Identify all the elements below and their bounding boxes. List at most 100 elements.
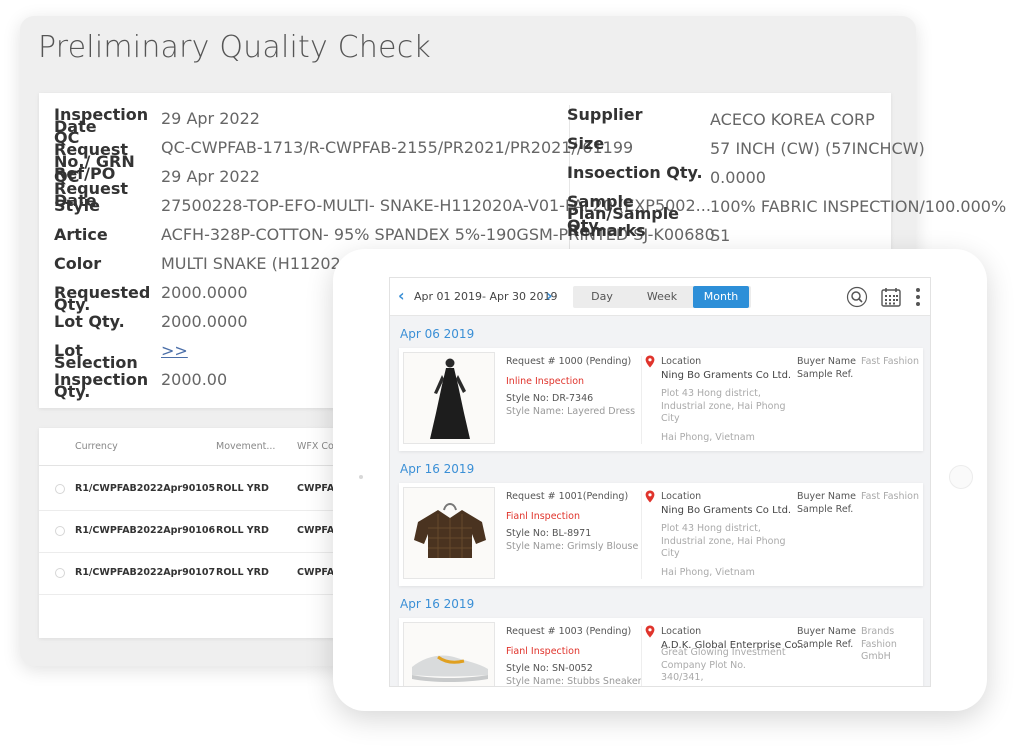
style-number: Style No: DR-7346 [506, 393, 594, 404]
date-group-header: Apr 16 2019 [400, 597, 475, 611]
field-value-inspection-qty-right: 0.0000 [710, 168, 766, 187]
view-day-button[interactable]: Day [573, 286, 631, 308]
request-number: Request # 1000 (Pending) [506, 356, 632, 367]
sample-ref-label: Sample Ref. [797, 369, 854, 380]
buyer-value: Fast Fashion [861, 491, 919, 502]
location-label: Location [661, 356, 702, 367]
inspection-card[interactable]: Request # 1001(Pending) Fianl Inspection… [399, 483, 923, 586]
style-number: Style No: SN-0052 [506, 663, 593, 674]
field-value-supplier: ACECO KOREA CORP [710, 110, 875, 129]
tablet-screen: ‹ Apr 01 2019- Apr 30 2019 › Day Week Mo… [389, 277, 931, 687]
buyer-label: Buyer Name [797, 626, 856, 637]
sample-ref-label: Sample Ref. [797, 504, 854, 515]
buyer-label: Buyer Name [797, 491, 856, 502]
search-icon[interactable] [846, 286, 868, 308]
field-label-color: Color [54, 254, 102, 273]
grid-header-movement[interactable]: Movement... [216, 441, 275, 452]
buyer-value: Brands Fashion GmbH [861, 626, 897, 662]
card-divider [641, 491, 642, 579]
tablet-home-button[interactable] [949, 465, 973, 489]
location-pin-icon [645, 490, 655, 503]
view-switcher: Day Week Month [573, 286, 751, 308]
location-address: Plot 43 Hong district, Industrial zone, … [661, 523, 786, 559]
location-city: Hai Phong, Vietnam [661, 567, 755, 578]
view-week-button[interactable]: Week [631, 286, 693, 308]
field-value-inspection-qty: 2000.00 [161, 370, 228, 389]
more-vertical-icon[interactable] [914, 286, 922, 308]
grid-header-wfx-code[interactable]: WFX Co [297, 441, 334, 452]
chevron-right-icon[interactable]: › [546, 286, 553, 305]
row-code: CWPFA [297, 567, 335, 578]
location-label: Location [661, 491, 702, 502]
row-ref: R1/CWPFAB2022Apr90106 [75, 525, 216, 536]
field-value-inspection-date: 29 Apr 2022 [161, 109, 260, 128]
style-name: Style Name: Layered Dress [506, 406, 636, 417]
blouse-image [403, 487, 495, 579]
field-label-inspection-qty-right: Insoection Qty. [567, 163, 703, 182]
field-value-size: 57 INCH (CW) (57INCHCW) [710, 139, 925, 158]
grid-header-currency[interactable]: Currency [75, 441, 118, 452]
field-label-remarks: Remarks [567, 221, 646, 240]
sample-ref-label: Sample Ref. [797, 639, 854, 650]
row-radio[interactable] [55, 526, 65, 536]
request-number: Request # 1003 (Pending) [506, 626, 632, 637]
field-value-qc-request-date: 29 Apr 2022 [161, 167, 260, 186]
location-address: Plot 43 Hong district, Industrial zone, … [661, 388, 786, 424]
location-name: Ning Bo Graments Co Ltd. [661, 370, 792, 381]
field-value-sample-plan: 100% FABRIC INSPECTION/100.000% [710, 197, 1007, 216]
page-title: Preliminary Quality Check [38, 30, 431, 65]
tablet-camera [359, 475, 363, 479]
date-group-header: Apr 16 2019 [400, 462, 475, 476]
inspection-card[interactable]: Request # 1000 (Pending) Inline Inspecti… [399, 348, 923, 451]
inspection-type: Fianl Inspection [506, 646, 580, 657]
lot-selection-link[interactable]: >> [161, 341, 188, 360]
location-address: Great Glowing Investment Company Plot No… [661, 647, 786, 683]
buyer-value: Fast Fashion [861, 356, 919, 367]
field-label-inspection-qty: Inspection Qty. [54, 370, 149, 401]
row-radio[interactable] [55, 568, 65, 578]
inspection-card[interactable]: Request # 1003 (Pending) Fianl Inspectio… [399, 618, 923, 687]
row-uom: ROLL YRD [216, 567, 269, 578]
request-number: Request # 1001(Pending) [506, 491, 629, 502]
style-name: Style Name: Grimsly Blouse [506, 541, 639, 552]
date-range-label: Apr 01 2019- Apr 30 2019 [414, 290, 558, 303]
calendar-icon[interactable] [880, 286, 902, 308]
field-value-remarks: S1 [710, 226, 731, 245]
row-code: CWPFA [297, 483, 335, 494]
row-code: CWPFA [297, 525, 335, 536]
card-divider [641, 626, 642, 686]
card-divider [641, 356, 642, 444]
field-label-lot-qty: Lot Qty. [54, 312, 125, 331]
style-name: Style Name: Stubbs Sneaker [506, 676, 642, 687]
inspection-type: Fianl Inspection [506, 511, 580, 522]
field-label-size: Size [567, 134, 605, 153]
sneaker-image [403, 622, 495, 686]
field-value-qc-request-no: QC-CWPFAB-1713/R-CWPFAB-2155/PR2021/PR20… [161, 138, 634, 157]
field-label-style: Style [54, 196, 100, 215]
field-value-requested-qty: 2000.0000 [161, 283, 248, 302]
location-pin-icon [645, 355, 655, 368]
field-label-article: Artice [54, 225, 108, 244]
field-label-supplier: Supplier [567, 105, 643, 124]
location-name: Ning Bo Graments Co Ltd. [661, 505, 792, 516]
row-uom: ROLL YRD [216, 483, 269, 494]
location-pin-icon [645, 625, 655, 638]
dress-image [403, 352, 495, 444]
buyer-label: Buyer Name [797, 356, 856, 367]
location-city: Hai Phong, Vietnam [661, 432, 755, 443]
field-label-requested-qty: Requested Qty. [54, 283, 151, 314]
row-ref: R1/CWPFAB2022Apr90105 [75, 483, 216, 494]
view-month-button[interactable]: Month [693, 286, 749, 308]
composite-stage: Preliminary Quality Check Inspection Dat… [0, 0, 1024, 754]
field-label-lot-selection: Lot Selection [54, 341, 138, 372]
row-ref: R1/CWPFAB2022Apr90107 [75, 567, 216, 578]
inspection-type: Inline Inspection [506, 376, 585, 387]
field-value-lot-qty: 2000.0000 [161, 312, 248, 331]
calendar-toolbar: ‹ Apr 01 2019- Apr 30 2019 › Day Week Mo… [390, 278, 930, 316]
location-label: Location [661, 626, 702, 637]
row-radio[interactable] [55, 484, 65, 494]
style-number: Style No: BL-8971 [506, 528, 592, 539]
date-group-header: Apr 06 2019 [400, 327, 475, 341]
chevron-left-icon[interactable]: ‹ [398, 286, 405, 305]
row-uom: ROLL YRD [216, 525, 269, 536]
